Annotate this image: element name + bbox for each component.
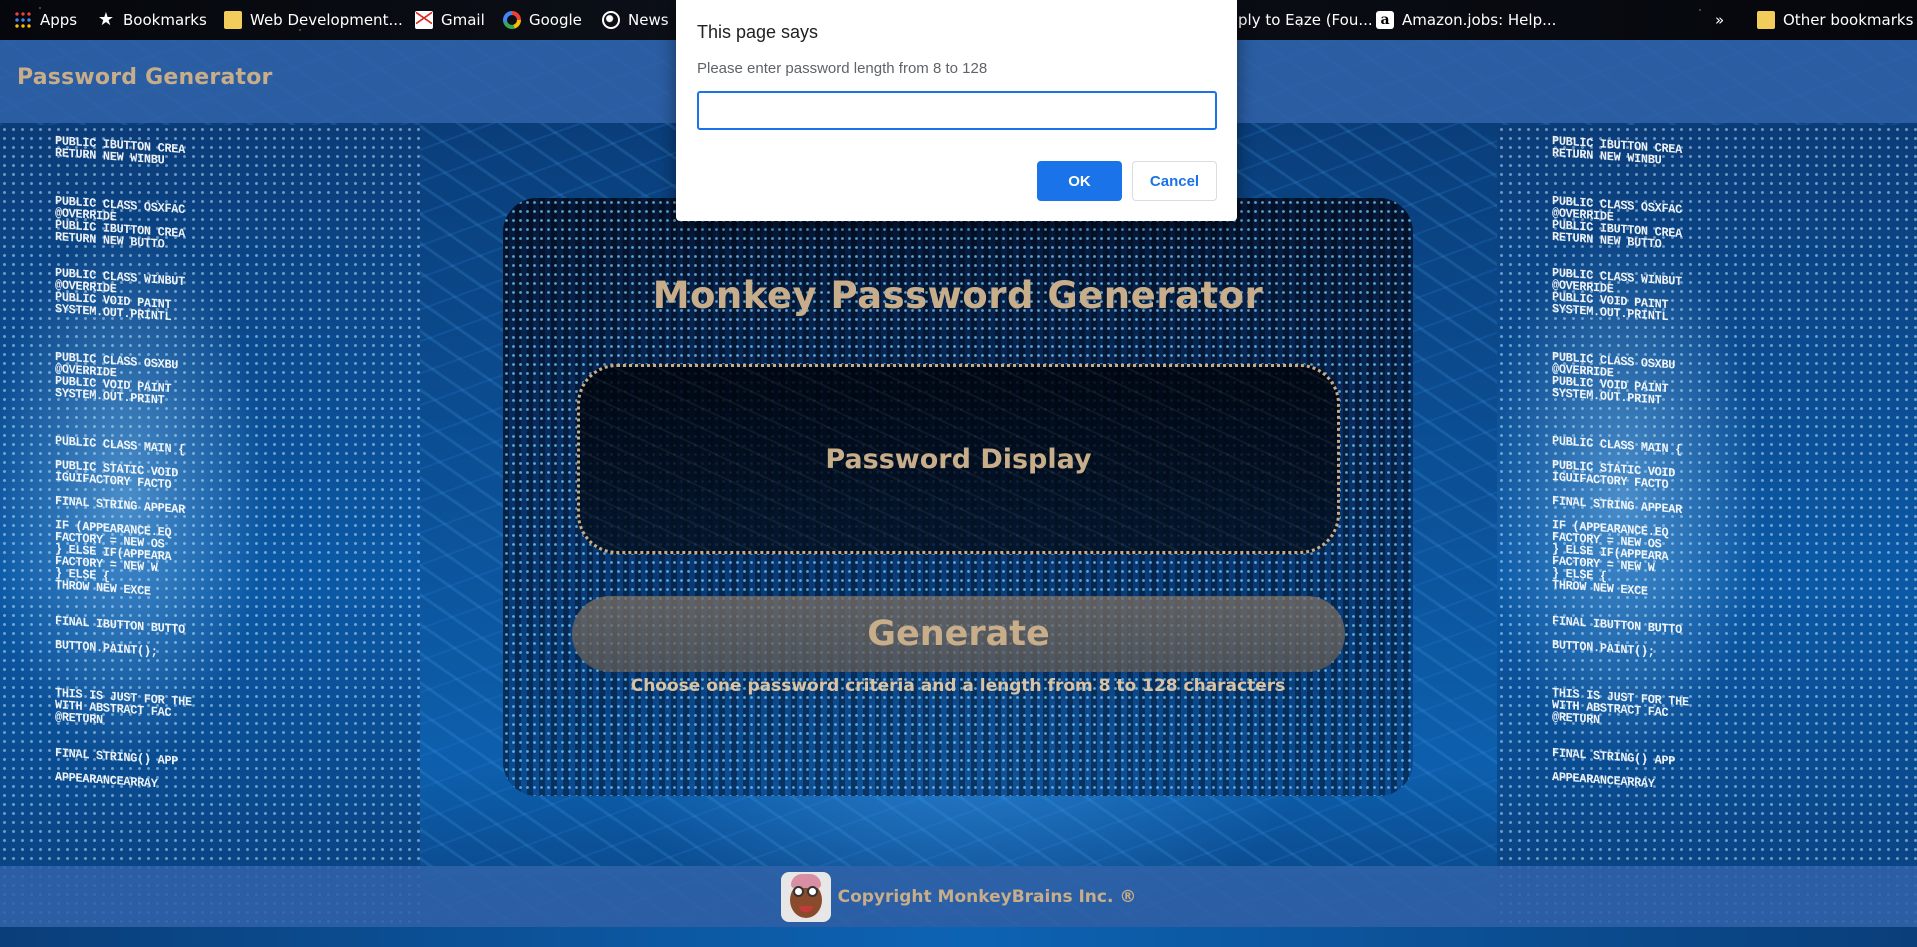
password-length-input[interactable] (697, 91, 1217, 130)
code-background-left: PUBLIC IBUTTON CREA RETURN NEW WINBU PUB… (0, 125, 420, 947)
overflow-chevron-icon: » (1715, 11, 1725, 29)
bookmark-news-label: News (628, 11, 669, 29)
bookmark-google-label: Google (529, 11, 582, 29)
bookmark-amazon-jobs-label: Amazon.jobs: Help... (1402, 11, 1557, 29)
bookmark-gmail[interactable]: Gmail (415, 0, 485, 40)
footer: Copyright MonkeyBrains Inc. ® (0, 866, 1917, 927)
password-display-text: Password Display (825, 443, 1092, 475)
ok-button[interactable]: OK (1037, 161, 1122, 201)
code-lines-right: PUBLIC IBUTTON CREA RETURN NEW WINBU PUB… (1552, 134, 1689, 792)
code-background-right: PUBLIC IBUTTON CREA RETURN NEW WINBU PUB… (1497, 125, 1917, 947)
bookmark-apply-eaze-label: ply to Eaze (Fou... (1238, 11, 1373, 29)
card-title: Monkey Password Generator (652, 274, 1264, 317)
generate-button[interactable]: Generate (572, 596, 1345, 672)
generator-card: Monkey Password Generator Password Displ… (503, 198, 1413, 796)
bookmark-google[interactable]: Google (503, 0, 582, 40)
folder-icon (1757, 11, 1775, 29)
footer-copyright: Copyright MonkeyBrains Inc. ® (837, 886, 1137, 907)
gmail-icon (415, 11, 433, 29)
bookmark-news[interactable]: News (602, 0, 669, 40)
bookmark-apps-label: Apps (40, 11, 78, 29)
bookmark-web-development-label: Web Development... (250, 11, 403, 29)
bookmark-other-bookmarks-label: Other bookmarks (1783, 11, 1914, 29)
bookmark-apply-eaze[interactable]: ply to Eaze (Fou... (1238, 0, 1373, 40)
bookmark-amazon-jobs[interactable]: a Amazon.jobs: Help... (1376, 0, 1556, 40)
cancel-button[interactable]: Cancel (1132, 161, 1217, 201)
criteria-hint: Choose one password criteria and a lengt… (630, 676, 1286, 696)
bookmarks-overflow-button[interactable]: » (1715, 0, 1724, 40)
bookmark-web-development[interactable]: Web Development... (224, 0, 403, 40)
star-icon: ★ (97, 9, 115, 30)
bookmark-apps[interactable]: Apps (14, 0, 77, 40)
dialog-title: This page says (697, 22, 819, 42)
password-display[interactable]: Password Display (577, 364, 1340, 554)
bookmark-other-bookmarks[interactable]: Other bookmarks (1757, 0, 1913, 40)
header-title[interactable]: Password Generator (17, 65, 273, 90)
folder-icon (224, 11, 242, 29)
google-icon (503, 11, 521, 29)
bottom-background-strip (0, 927, 1917, 947)
bookmark-bookmarks[interactable]: ★ Bookmarks (97, 0, 207, 40)
code-lines-left: PUBLIC IBUTTON CREA RETURN NEW WINBU PUB… (55, 134, 192, 792)
globe-icon (602, 11, 620, 29)
dialog-message: Please enter password length from 8 to 1… (697, 60, 988, 77)
monkey-logo-icon (780, 871, 831, 922)
amazon-icon: a (1376, 11, 1394, 29)
bookmark-bookmarks-label: Bookmarks (123, 11, 207, 29)
prompt-dialog: This page says Please enter password len… (676, 0, 1237, 221)
apps-grid-icon (14, 11, 32, 29)
bookmark-gmail-label: Gmail (441, 11, 485, 29)
